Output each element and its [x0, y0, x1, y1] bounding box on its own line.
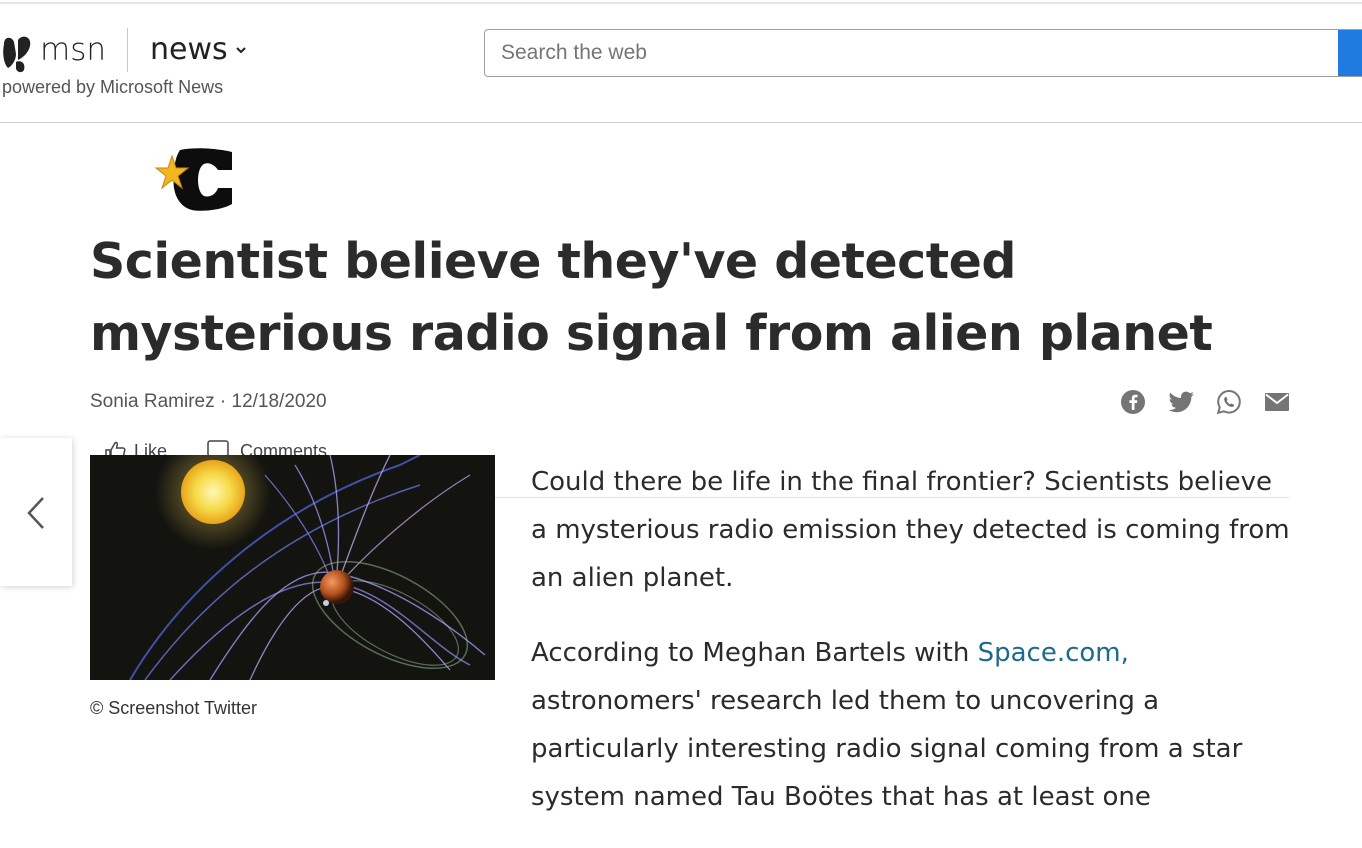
news-section-label: news — [150, 32, 228, 67]
publisher-logo[interactable] — [152, 148, 238, 212]
search-box — [484, 29, 1362, 77]
twitter-icon — [1169, 391, 1194, 413]
paragraph: According to Meghan Bartels with Space.c… — [531, 629, 1291, 821]
paragraph: Could there be life in the final frontie… — [531, 467, 1290, 593]
search-button[interactable] — [1338, 30, 1362, 76]
search-input[interactable] — [485, 30, 1335, 76]
image-caption: © Screenshot Twitter — [90, 698, 258, 718]
paragraph-text: According to Meghan Bartels with — [531, 638, 978, 668]
author-name[interactable]: Sonia Ramirez — [90, 391, 215, 412]
article-headline: Scientist believe they've detected myste… — [90, 233, 1213, 362]
powered-by-label: powered by Microsoft News — [2, 77, 224, 97]
previous-article-button[interactable] — [0, 438, 72, 586]
msn-brand[interactable]: msn — [40, 32, 106, 68]
chevron-left-icon — [27, 497, 44, 529]
paragraph-text: astronomers' research led them to uncove… — [531, 686, 1243, 812]
facebook-icon — [1121, 390, 1145, 414]
share-email-button[interactable] — [1263, 388, 1291, 416]
publish-date: 12/18/2020 — [231, 391, 327, 412]
header-divider — [0, 122, 1362, 123]
article-body: Could there be life in the final frontie… — [531, 458, 1291, 848]
whatsapp-icon — [1216, 389, 1241, 415]
brand-divider — [127, 28, 128, 72]
site-header: msn news powered by Microsoft News — [0, 4, 1362, 122]
share-whatsapp-button[interactable] — [1215, 388, 1243, 416]
share-twitter-button[interactable] — [1168, 388, 1196, 416]
chevron-down-icon — [235, 46, 246, 53]
msn-butterfly-icon[interactable] — [2, 34, 34, 74]
byline: Sonia Ramirez · 12/18/2020 — [90, 391, 327, 413]
mail-icon — [1265, 393, 1289, 411]
byline-separator: · — [214, 391, 232, 412]
space-com-link[interactable]: Space.com, — [978, 638, 1129, 668]
share-facebook-button[interactable] — [1119, 388, 1147, 416]
article-image[interactable] — [90, 455, 495, 680]
news-section-menu[interactable]: news — [150, 32, 246, 67]
